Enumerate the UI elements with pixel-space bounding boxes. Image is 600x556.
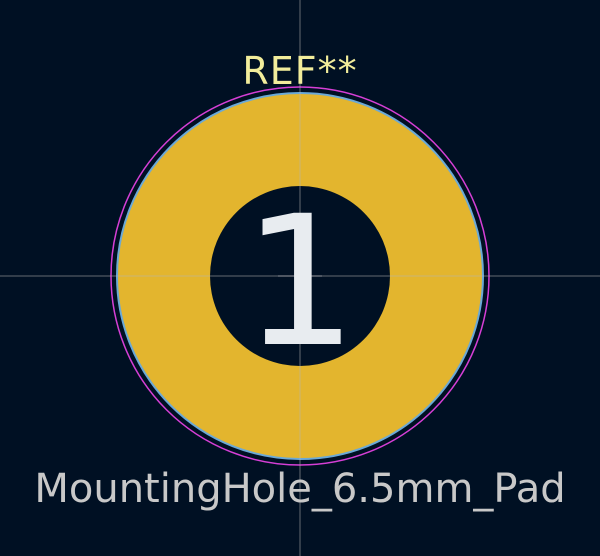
pcb-canvas[interactable]: 1 REF** MountingHole_6.5mm_Pad — [0, 0, 600, 556]
footprint-view: 1 REF** MountingHole_6.5mm_Pad — [0, 0, 600, 556]
reference-designator[interactable]: REF** — [242, 49, 357, 93]
pad-number-label: 1 — [243, 178, 358, 387]
footprint-value[interactable]: MountingHole_6.5mm_Pad — [34, 466, 565, 512]
